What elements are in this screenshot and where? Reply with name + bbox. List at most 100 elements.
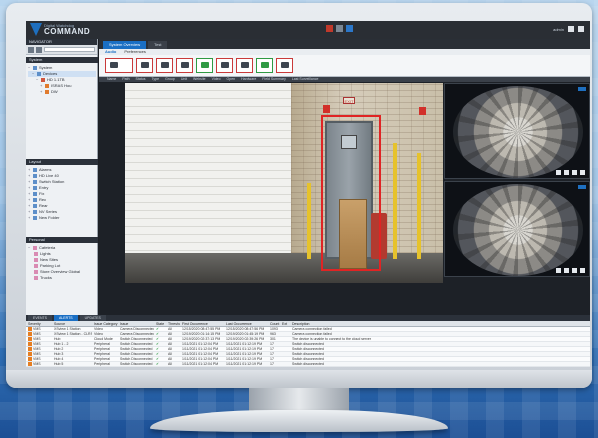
table-cell: Camera Disconnected bbox=[120, 327, 154, 331]
column-header[interactable]: Video bbox=[212, 77, 221, 82]
minimize-icon[interactable] bbox=[568, 26, 574, 32]
main-camera-view[interactable]: EXIT bbox=[125, 83, 443, 283]
ribbon-button[interactable] bbox=[156, 58, 173, 73]
ribbon-tab-audio[interactable]: Audio bbox=[105, 49, 116, 55]
zoom-icon[interactable] bbox=[556, 268, 561, 273]
notification-icon[interactable] bbox=[336, 25, 343, 32]
grid-header-cell[interactable]: Threshold bbox=[166, 321, 180, 326]
add-icon[interactable] bbox=[28, 47, 34, 53]
column-header[interactable]: Open bbox=[227, 77, 236, 82]
fisheye-camera-tile[interactable] bbox=[444, 181, 590, 277]
ribbon-button[interactable] bbox=[276, 58, 293, 73]
user-name[interactable]: admin bbox=[553, 27, 564, 32]
tab-system-overview[interactable]: System Overview bbox=[103, 41, 147, 49]
fisheye-camera-tile[interactable] bbox=[444, 83, 590, 179]
grid-header-cell[interactable]: Issue bbox=[118, 321, 154, 326]
monitor-base bbox=[150, 410, 448, 432]
state-check-icon: ✔ bbox=[156, 332, 159, 336]
logo-mark-icon bbox=[30, 23, 42, 36]
table-cell bbox=[280, 342, 290, 346]
grid-header-cell[interactable]: Description bbox=[290, 321, 590, 326]
document-tabs: System Overview Test bbox=[99, 39, 590, 49]
column-header[interactable]: Path bbox=[122, 77, 129, 82]
table-cell: Switch disconnected bbox=[292, 357, 324, 361]
table-cell: 963 bbox=[270, 332, 276, 336]
grid-header-cell[interactable]: First Occurrence bbox=[180, 321, 224, 326]
tree-item[interactable]: Trucks bbox=[28, 275, 96, 281]
camera-icon bbox=[45, 90, 49, 94]
grid-header-cell[interactable]: Last Occurrence bbox=[224, 321, 268, 326]
ribbon-button[interactable] bbox=[216, 58, 233, 73]
table-cell: 1/11/2021 01:12:19 PM bbox=[226, 342, 263, 346]
table-cell: Hub 5 bbox=[54, 362, 64, 366]
column-header[interactable]: Type bbox=[151, 77, 159, 82]
navigator-search-input[interactable] bbox=[44, 47, 95, 52]
table-cell: Video bbox=[94, 327, 103, 331]
table-cell: Switch disconnected bbox=[292, 342, 324, 346]
ribbon-button[interactable] bbox=[105, 58, 133, 73]
grid-header-cell[interactable]: Issue Category bbox=[92, 321, 118, 326]
table-cell: All bbox=[168, 352, 172, 356]
table-cell: 17 bbox=[270, 352, 274, 356]
tree-item[interactable]: + DW bbox=[28, 89, 96, 95]
detection-box[interactable] bbox=[321, 115, 381, 271]
snapshot-icon[interactable] bbox=[564, 268, 569, 273]
ribbon-button[interactable] bbox=[136, 58, 153, 73]
layout-icon bbox=[33, 204, 37, 208]
grid-header-cell[interactable]: State bbox=[154, 321, 166, 326]
column-header[interactable]: Hardware bbox=[241, 77, 256, 82]
layout-section: Layout + Alarms + HD Live 40 + Switch Stati… bbox=[26, 159, 98, 223]
table-cell: Hub bbox=[54, 337, 61, 341]
alarm-icon[interactable] bbox=[326, 25, 333, 32]
ribbon-button[interactable] bbox=[256, 58, 273, 73]
ribbon-button[interactable] bbox=[196, 58, 213, 73]
layout-icon bbox=[33, 198, 37, 202]
system-section: System − System − Devices − HD 1.1TB + ISRAS… bbox=[26, 57, 98, 97]
table-cell: All bbox=[168, 337, 172, 341]
close-icon[interactable] bbox=[578, 26, 584, 32]
severity-label: VMS bbox=[33, 327, 41, 331]
column-header[interactable]: Status bbox=[136, 77, 146, 82]
settings-icon[interactable] bbox=[36, 47, 42, 53]
table-cell: VMS bbox=[26, 342, 52, 346]
server-icon bbox=[33, 66, 37, 70]
table-cell: All bbox=[168, 332, 172, 336]
column-header[interactable]: Website bbox=[193, 77, 206, 82]
grid-header-cell[interactable]: Severity bbox=[26, 321, 52, 326]
tile-controls bbox=[556, 170, 585, 175]
table-cell: 1/11/2021 01:12:19 PM bbox=[226, 357, 263, 361]
column-header[interactable]: Last Surveillance bbox=[292, 77, 319, 82]
ribbon-button[interactable] bbox=[236, 58, 253, 73]
table-cell bbox=[280, 327, 290, 331]
fullscreen-icon[interactable] bbox=[580, 170, 585, 175]
grid-header-cell[interactable]: Count bbox=[268, 321, 280, 326]
table-cell: Switch Disconnected bbox=[120, 357, 153, 361]
table-cell: All bbox=[168, 347, 172, 351]
column-header[interactable]: Unit bbox=[181, 77, 187, 82]
ribbon-button[interactable] bbox=[176, 58, 193, 73]
column-header[interactable]: Name bbox=[107, 77, 116, 82]
message-icon[interactable] bbox=[346, 25, 353, 32]
severity-icon bbox=[28, 357, 32, 361]
snapshot-icon[interactable] bbox=[564, 170, 569, 175]
personal-section: Personal − Cafeteria Lights New Sites Par… bbox=[26, 237, 98, 283]
zoom-icon[interactable] bbox=[556, 170, 561, 175]
tab-test[interactable]: Test bbox=[148, 41, 168, 49]
expand-icon[interactable] bbox=[572, 170, 577, 175]
folder-icon bbox=[37, 72, 41, 76]
fullscreen-icon[interactable] bbox=[580, 268, 585, 273]
state-check-icon: ✔ bbox=[156, 327, 159, 331]
grid-header-cell[interactable]: Source bbox=[52, 321, 92, 326]
column-header[interactable]: Field Summary bbox=[262, 77, 286, 82]
tree-item[interactable]: + New Folder bbox=[28, 215, 96, 221]
column-header[interactable]: Group bbox=[165, 77, 175, 82]
grid-header-cell[interactable]: Ext bbox=[280, 321, 290, 326]
ribbon-tab-preferences[interactable]: Preferences bbox=[124, 49, 146, 55]
live-badge-icon bbox=[578, 87, 586, 91]
events-panel: EVENTS ALERTS UPDATES Severity Source Is… bbox=[26, 315, 590, 367]
expand-icon[interactable] bbox=[572, 268, 577, 273]
table-row[interactable]: VMS Hub 5 Peripheral Switch Disconnected ✔ Al… bbox=[26, 362, 590, 367]
table-cell: 1/11/2021 01:12:19 PM bbox=[226, 347, 263, 351]
table-cell: VMS bbox=[26, 337, 52, 341]
table-cell: 1/11/2021 01:12:19 PM bbox=[226, 362, 263, 366]
